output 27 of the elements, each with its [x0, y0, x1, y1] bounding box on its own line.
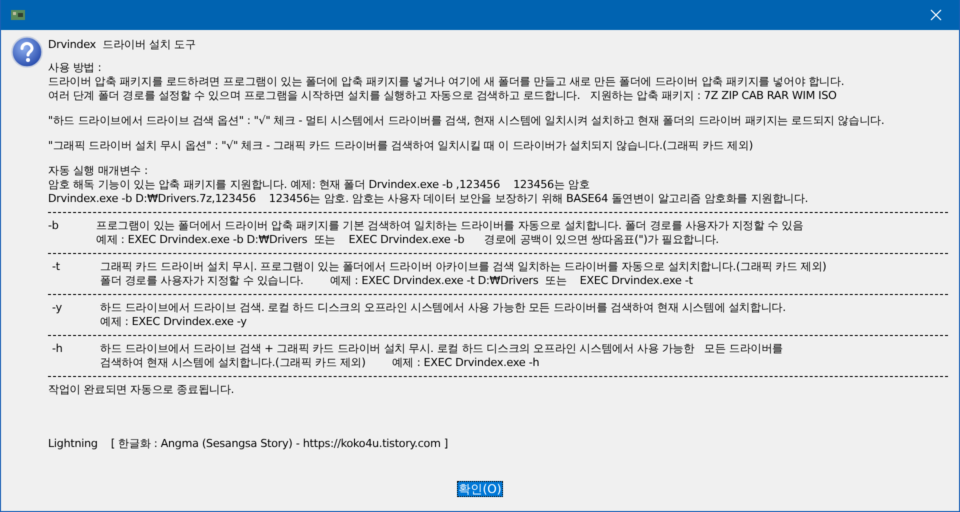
params-text: 암호 해독 기능이 있는 압축 패키지를 지원합니다. 예제: 현재 폴더 Drvindex.exe -b ,123456 123456는 암호	[48, 178, 591, 192]
dialog-heading: Drvindex 드라이버 설치 도구	[48, 38, 197, 52]
closing-text: 작업이 완료되면 자동으로 종료됩니다.	[48, 383, 235, 397]
switch-label: -b	[48, 219, 60, 234]
switch-description: 그래픽 카드 드라이버 설치 무시. 프로그램이 있는 폴더에서 드라이버 아카이브를 검색 일치하는 드라이버를 자동으로 설치치합니다.(그래픽 카드 제외)	[100, 260, 826, 274]
credits-text: Lightning [ 한글화 : Angma (Sesangsa Story) - https://koko4u.tistory.com ]	[48, 437, 449, 451]
question-icon	[11, 36, 43, 68]
switch-description: 예제 : EXEC Drvindex.exe -b D:₩Drivers 또는 EXEC Drvindex.exe -b 경로에 공백이 있으면 쌍따옴표(")가 필요합니다.	[96, 233, 720, 247]
close-icon	[930, 9, 942, 21]
switch-label: -t	[51, 260, 61, 275]
usage-text: 드라이버 압축 패키지를 로드하려면 프로그램이 있는 폴더에 압축 패키지를 넣거나 여기에 새 폴더를 만들고 새로 만든 폴더에 드라이버 압축 패키지를 넣어야 합니다.	[48, 75, 846, 89]
params-text: Drvindex.exe -b D:₩Drivers.7z,123456 123456는 암호. 암호는 사용자 데이터 보안을 보장하기 위해 BASE64 돌연변이 알고리즘 암호화를 지원합니다.	[48, 192, 810, 206]
usage-title: 사용 방법 :	[48, 61, 102, 75]
ok-button[interactable]: 확인(O)	[456, 481, 504, 497]
usage-text: 여러 단계 폴더 경로를 설정할 수 있으며 프로그램을 시작하면 설치를 실행하고 자동으로 검색하고 로드합니다. 지원하는 압축 패키지 : 7Z ZIP CAB RAR WIM ISO	[48, 89, 838, 103]
params-title: 자동 실행 매개변수 :	[48, 164, 149, 178]
switch-description: 프로그램이 있는 폴더에서 드라이버 압축 패키지를 기본 검색하여 일치하는 드라이버를 자동으로 설치합니다. 폴더 경로를 사용자가 지정할 수 있음	[96, 219, 804, 233]
switch-label: -y	[51, 301, 63, 316]
option-note: "하드 드라이브에서 드라이브 검색 옵션" : "√" 체크 - 멀티 시스템에서 드라이버를 검색, 현재 시스템에 일치시켜 설치하고 현재 폴더의 드라이버 패키지는 로드되지 않습니다.	[48, 114, 886, 128]
switch-label: -h	[51, 342, 64, 357]
option-note: "그래픽 드라이버 설치 무시 옵션" : "√" 체크 - 그래픽 카드 드라이버를 검색하여 일치시킬 때 이 드라이버가 설치되지 않습니다.(그래픽 카드 제외)	[48, 139, 754, 153]
switch-description: 하드 드라이브에서 드라이브 검색. 로컬 하드 디스크의 오프라인 시스템에서 사용 가능한 모든 드라이버를 검색하여 현재 시스템에 설치합니다.	[100, 301, 786, 315]
switch-description: 폴더 경로를 사용자가 지정할 수 있습니다. 예제 : EXEC Drvindex.exe -t D:₩Drivers 또는 EXEC Drvindex.exe -t	[100, 274, 694, 288]
app-icon	[11, 10, 25, 20]
switch-description: 예제 : EXEC Drvindex.exe -y	[100, 315, 248, 329]
switch-description: 검색하여 현재 시스템에 설치합니다.(그래픽 카드 제외) 예제 : EXEC Drvindex.exe -h	[100, 356, 540, 370]
switch-description: 하드 드라이브에서 드라이브 검색 + 그래픽 카드 드라이버 설치 무시. 로컬 하드 디스크의 오프라인 시스템에서 사용 가능한 모든 드라이버를	[100, 342, 784, 356]
